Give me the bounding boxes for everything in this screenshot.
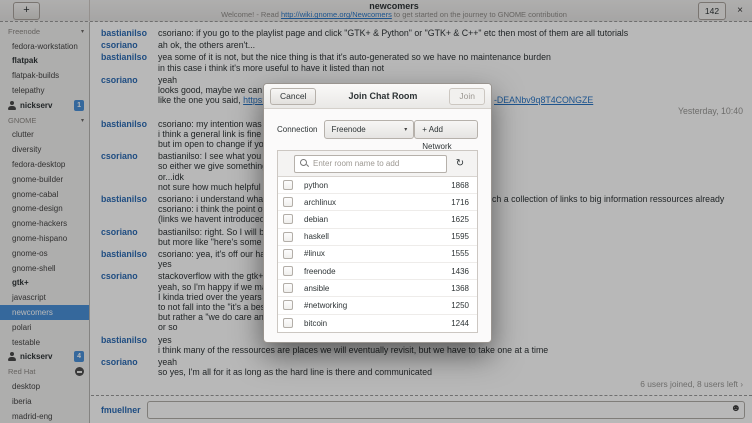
refresh-icon[interactable]: ↻	[447, 158, 473, 169]
room-checkbox[interactable]	[283, 197, 293, 207]
room-row[interactable]: haskell 1595	[278, 229, 477, 246]
chevron-down-icon: ▾	[404, 126, 407, 133]
search-icon	[300, 159, 309, 168]
room-user-count: 1555	[451, 249, 469, 258]
room-search-frame: Enter room name to add ↻ python 1868 arch…	[277, 150, 478, 333]
room-row[interactable]: debian 1625	[278, 211, 477, 228]
room-name: freenode	[304, 267, 336, 276]
room-row[interactable]: bitcoin 1244	[278, 315, 477, 332]
dialog-header: Cancel Join Chat Room Join	[264, 84, 491, 109]
room-name: haskell	[304, 232, 329, 241]
room-user-count: 1250	[451, 301, 469, 310]
search-placeholder: Enter room name to add	[313, 159, 399, 168]
room-user-count: 1368	[451, 284, 469, 293]
connection-row: Connection Freenode ▾ + Add Network	[277, 120, 478, 139]
room-row[interactable]: #networking 1250	[278, 297, 477, 314]
dialog-body: Connection Freenode ▾ + Add Network Ente…	[264, 109, 491, 342]
join-button[interactable]: Join	[449, 88, 485, 105]
room-row[interactable]: archlinux 1716	[278, 194, 477, 211]
room-user-count: 1595	[451, 232, 469, 241]
polari-window: + newcomers Welcome! - Read http://wiki.…	[0, 0, 752, 423]
room-checkbox[interactable]	[283, 180, 293, 190]
dialog-title: Join Chat Room	[316, 91, 449, 101]
connection-value: Freenode	[331, 125, 365, 134]
room-row[interactable]: ansible 1368	[278, 280, 477, 297]
add-network-button[interactable]: + Add Network	[414, 120, 478, 139]
room-checkbox[interactable]	[283, 232, 293, 242]
join-chat-room-dialog: Cancel Join Chat Room Join Connection Fr…	[263, 83, 492, 343]
room-row[interactable]: freenode 1436	[278, 263, 477, 280]
room-checkbox[interactable]	[283, 300, 293, 310]
room-checkbox[interactable]	[283, 266, 293, 276]
room-user-count: 1868	[451, 181, 469, 190]
room-name: archlinux	[304, 198, 336, 207]
room-checkbox[interactable]	[283, 214, 293, 224]
room-name: debian	[304, 215, 328, 224]
room-list: python 1868 archlinux 1716 debian 1625 hask…	[278, 176, 477, 332]
connection-label: Connection	[277, 125, 317, 134]
room-search-input[interactable]: Enter room name to add	[294, 155, 447, 173]
connection-dropdown[interactable]: Freenode ▾	[324, 120, 414, 139]
room-checkbox[interactable]	[283, 249, 293, 259]
cancel-button[interactable]: Cancel	[270, 88, 316, 105]
room-user-count: 1625	[451, 215, 469, 224]
room-name: python	[304, 181, 328, 190]
room-name: #linux	[304, 249, 325, 258]
room-checkbox[interactable]	[283, 318, 293, 328]
room-checkbox[interactable]	[283, 283, 293, 293]
room-user-count: 1244	[451, 319, 469, 328]
room-row[interactable]: #linux 1555	[278, 246, 477, 263]
room-name: #networking	[304, 301, 347, 310]
room-user-count: 1436	[451, 267, 469, 276]
room-name: bitcoin	[304, 319, 327, 328]
room-name: ansible	[304, 284, 329, 293]
room-row[interactable]: python 1868	[278, 177, 477, 194]
room-user-count: 1716	[451, 198, 469, 207]
